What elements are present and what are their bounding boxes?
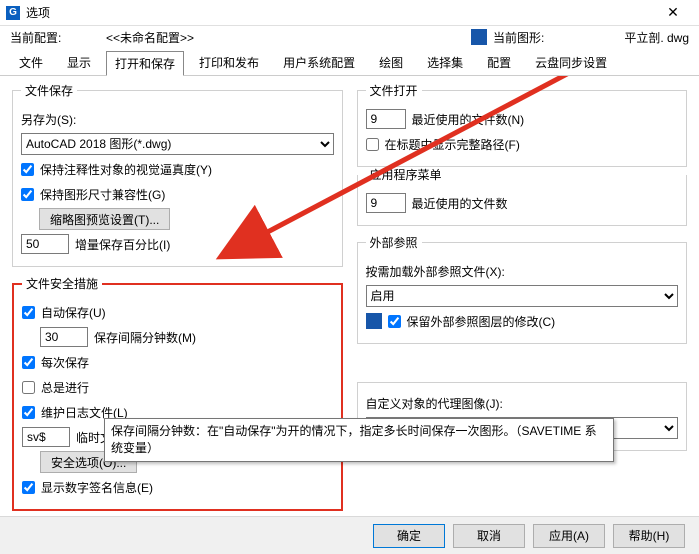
tab-file[interactable]: 文件 — [10, 50, 52, 75]
autosave-label: 自动保存(U) — [41, 304, 106, 321]
help-button[interactable]: 帮助(H) — [613, 524, 685, 548]
proxy-custom-label: 自定义对象的代理图像(J): — [366, 395, 503, 412]
show-sig-label: 显示数字签名信息(E) — [41, 479, 153, 496]
app-icon: G — [6, 6, 20, 20]
show-sig-checkbox[interactable] — [22, 481, 35, 494]
each-save-checkbox[interactable] — [22, 356, 35, 369]
current-config-label: 当前配置: — [10, 29, 70, 46]
group-xref-legend: 外部参照 — [366, 234, 422, 251]
keep-anno-label: 保持注释性对象的视觉逼真度(Y) — [40, 161, 212, 178]
ok-button[interactable]: 确定 — [373, 524, 445, 548]
current-drawing-label: 当前图形: — [493, 29, 544, 46]
autosave-checkbox[interactable] — [22, 306, 35, 319]
group-file-save-legend: 文件保存 — [21, 82, 77, 99]
temp-ext-input[interactable] — [22, 427, 70, 447]
tab-user-prefs[interactable]: 用户系统配置 — [274, 50, 364, 75]
keep-dim-checkbox[interactable] — [21, 188, 34, 201]
autosave-interval-label: 保存间隔分钟数(M) — [94, 329, 196, 346]
tab-display[interactable]: 显示 — [58, 50, 100, 75]
window-title: 选项 — [26, 4, 653, 21]
incremental-save-label: 增量保存百分比(I) — [75, 236, 170, 253]
always-checkbox[interactable] — [22, 381, 35, 394]
close-icon[interactable]: ✕ — [653, 4, 693, 21]
maintain-log-checkbox[interactable] — [22, 406, 35, 419]
saveas-label: 另存为(S): — [21, 111, 76, 128]
autosave-interval-input[interactable] — [40, 327, 88, 347]
group-file-open: 文件打开 最近使用的文件数(N) 在标题中显示完整路径(F) — [357, 82, 688, 167]
fullpath-label: 在标题中显示完整路径(F) — [385, 136, 520, 153]
keep-anno-checkbox[interactable] — [21, 163, 34, 176]
xref-load-select[interactable]: 启用 — [366, 285, 679, 307]
xref-load-label: 按需加载外部参照文件(X): — [366, 263, 505, 280]
tab-profiles[interactable]: 配置 — [478, 50, 520, 75]
saveas-format-select[interactable]: AutoCAD 2018 图形(*.dwg) — [21, 133, 334, 155]
tab-cloud[interactable]: 云盘同步设置 — [526, 50, 616, 75]
xref-retain-checkbox[interactable] — [388, 315, 401, 328]
titlebar: G 选项 ✕ — [0, 0, 699, 26]
tab-drafting[interactable]: 绘图 — [370, 50, 412, 75]
group-file-safety-legend: 文件安全措施 — [22, 275, 102, 292]
always-label: 总是进行 — [41, 379, 89, 396]
tab-selection[interactable]: 选择集 — [418, 50, 472, 75]
incremental-save-input[interactable] — [21, 234, 69, 254]
group-file-save: 文件保存 另存为(S): AutoCAD 2018 图形(*.dwg) 保持注释… — [12, 82, 343, 267]
xref-retain-label: 保留外部参照图层的修改(C) — [407, 313, 556, 330]
current-config-value: <<未命名配置>> — [70, 29, 230, 46]
each-save-label: 每次保存 — [41, 354, 89, 371]
recent-files-label: 最近使用的文件数(N) — [412, 111, 525, 128]
options-panel: 文件保存 另存为(S): AutoCAD 2018 图形(*.dwg) 保持注释… — [0, 76, 699, 486]
appmenu-recent-label: 最近使用的文件数 — [412, 195, 508, 212]
group-xref: 外部参照 按需加载外部参照文件(X): 启用 保留外部参照图层的修改(C) — [357, 234, 688, 344]
group-app-menu-legend: 应用程序菜单 — [366, 166, 446, 183]
group-file-open-legend: 文件打开 — [366, 82, 422, 99]
tab-plot[interactable]: 打印和发布 — [190, 50, 268, 75]
tab-open-save[interactable]: 打开和保存 — [106, 51, 184, 76]
group-app-menu: 应用程序菜单 最近使用的文件数 — [357, 166, 688, 226]
tooltip: 保存间隔分钟数：在"自动保存"为开的情况下，指定多长时间保存一次图形。（SAVE… — [104, 418, 614, 462]
drawing-icon — [471, 29, 487, 45]
fullpath-checkbox[interactable] — [366, 138, 379, 151]
appmenu-recent-input[interactable] — [366, 193, 406, 213]
recent-files-input[interactable] — [366, 109, 406, 129]
drawing-small-icon — [366, 313, 382, 329]
dialog-footer: 确定 取消 应用(A) 帮助(H) — [0, 516, 699, 554]
thumbnail-settings-button[interactable]: 缩略图预览设置(T)... — [39, 208, 170, 230]
keep-dim-label: 保持图形尺寸兼容性(G) — [40, 186, 165, 203]
current-drawing-value: 平立剖. dwg — [624, 29, 689, 46]
tab-strip: 文件 显示 打开和保存 打印和发布 用户系统配置 绘图 选择集 配置 云盘同步设… — [0, 48, 699, 76]
info-row: 当前配置: <<未命名配置>> 当前图形: 平立剖. dwg — [0, 26, 699, 48]
group-file-safety: 文件安全措施 自动保存(U) 保存间隔分钟数(M) 每次保存 总是进行 维护日志… — [12, 275, 343, 511]
cancel-button[interactable]: 取消 — [453, 524, 525, 548]
apply-button[interactable]: 应用(A) — [533, 524, 605, 548]
